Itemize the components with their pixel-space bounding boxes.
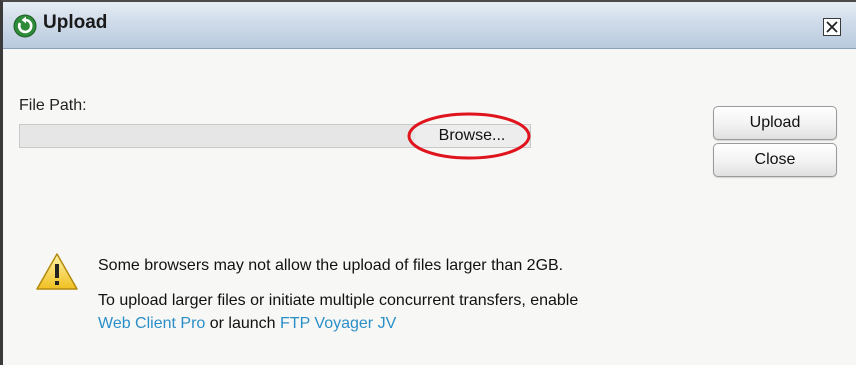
info-message-links: Web Client Pro or launch FTP Voyager JV (98, 315, 396, 333)
upload-button[interactable]: Upload (713, 106, 837, 140)
dialog-titlebar: Upload (3, 2, 856, 49)
warning-message: Some browsers may not allow the upload o… (98, 257, 564, 274)
ftp-voyager-jv-link[interactable]: FTP Voyager JV (280, 315, 396, 332)
web-client-pro-link[interactable]: Web Client Pro (98, 315, 205, 332)
close-button[interactable]: Close (713, 143, 837, 177)
highlight-ellipse (407, 112, 531, 160)
app-logo-icon (13, 14, 37, 38)
link-separator-text: or launch (205, 315, 281, 332)
upload-dialog: Upload File Path: Browse... Upload Close… (0, 0, 856, 365)
file-path-label: File Path: (19, 97, 87, 114)
warning-icon (36, 253, 78, 290)
close-x-icon[interactable] (823, 18, 841, 36)
info-message: To upload larger files or initiate multi… (98, 292, 579, 309)
dialog-title: Upload (43, 12, 108, 33)
